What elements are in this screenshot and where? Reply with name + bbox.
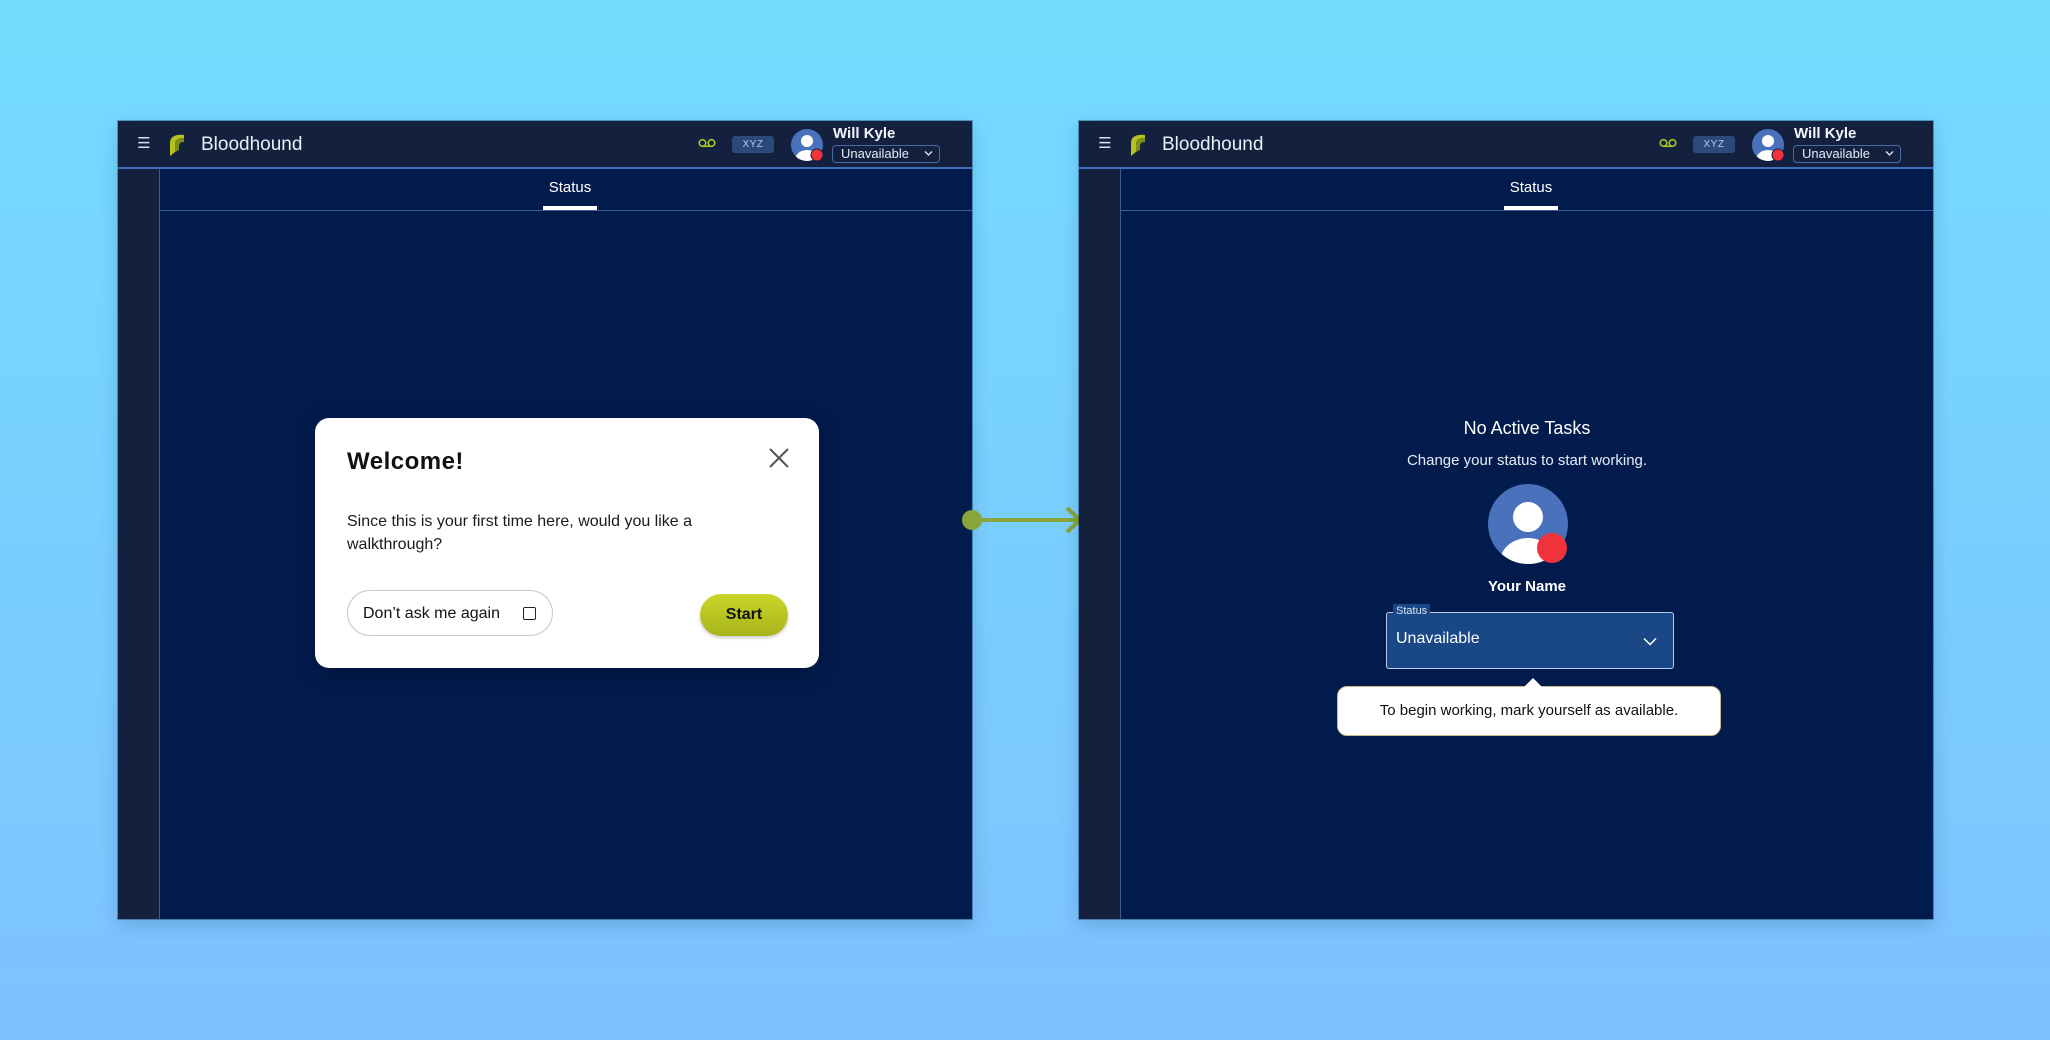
tab-bar: Status — [160, 169, 972, 211]
user-name: Will Kyle — [833, 125, 896, 142]
status-select-label: Status — [1393, 604, 1431, 618]
close-icon[interactable] — [768, 447, 790, 469]
chevron-down-icon — [1885, 151, 1894, 156]
side-rail — [1079, 169, 1121, 919]
top-bar: ☰ Bloodhound XYZ Will Kyle Unavailable — [118, 121, 972, 169]
org-chip[interactable]: XYZ — [732, 136, 774, 153]
user-status-dropdown[interactable]: Unavailable — [1793, 145, 1901, 163]
app-brand: Bloodhound — [201, 134, 303, 155]
start-button[interactable]: Start — [700, 594, 788, 636]
tab-active-indicator — [543, 206, 597, 210]
logo-icon — [1131, 134, 1145, 156]
welcome-modal: Welcome! Since this is your first time h… — [315, 418, 819, 668]
hamburger-icon[interactable]: ☰ — [134, 134, 154, 154]
status-tooltip: To begin working, mark yourself as avail… — [1337, 678, 1721, 736]
tooltip-text: To begin working, mark yourself as avail… — [1379, 702, 1679, 719]
org-chip[interactable]: XYZ — [1693, 136, 1735, 153]
voicemail-icon[interactable] — [1659, 138, 1677, 150]
status-select-value: Unavailable — [1396, 630, 1480, 647]
dont-ask-checkbox[interactable] — [523, 607, 536, 620]
avatar — [1488, 484, 1568, 564]
dont-ask-label: Don’t ask me again — [363, 605, 500, 622]
modal-body: Since this is your first time here, woul… — [347, 513, 693, 553]
chevron-down-icon — [1643, 637, 1657, 646]
logo-icon — [170, 134, 184, 156]
chevron-down-icon — [924, 151, 933, 156]
user-name: Will Kyle — [1794, 125, 1857, 142]
empty-state-subtitle: Change your status to start working. — [1406, 452, 1648, 469]
user-status-value: Unavailable — [1802, 146, 1870, 161]
tooltip-caret — [1524, 678, 1542, 687]
transition-arrow — [962, 506, 1082, 534]
voicemail-icon[interactable] — [698, 138, 716, 150]
user-status-value: Unavailable — [841, 146, 909, 161]
tab-status[interactable]: Status — [543, 179, 597, 197]
avatar[interactable] — [790, 128, 824, 162]
top-bar: ☰ Bloodhound XYZ Will Kyle Unavailable — [1079, 121, 1933, 169]
status-select[interactable]: Status Unavailable — [1386, 604, 1674, 669]
empty-state-title: No Active Tasks — [1463, 418, 1591, 438]
tab-active-indicator — [1504, 206, 1558, 210]
modal-title: Welcome! — [347, 448, 464, 475]
profile-name: Your Name — [1487, 578, 1567, 595]
user-status-dropdown[interactable]: Unavailable — [832, 145, 940, 163]
dont-ask-toggle[interactable]: Don’t ask me again — [347, 590, 553, 636]
hamburger-icon[interactable]: ☰ — [1095, 134, 1115, 154]
side-rail — [118, 169, 160, 919]
tab-bar: Status — [1121, 169, 1933, 211]
avatar[interactable] — [1751, 128, 1785, 162]
app-window-status: ☰ Bloodhound XYZ Will Kyle Unavailable S… — [1079, 121, 1933, 919]
app-brand: Bloodhound — [1162, 134, 1264, 155]
tab-status[interactable]: Status — [1504, 179, 1558, 197]
